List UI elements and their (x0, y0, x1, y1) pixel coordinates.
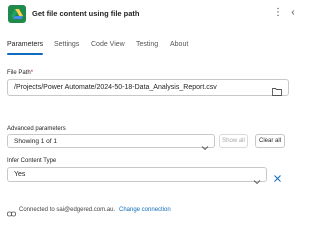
clear-all-button[interactable]: Clear all (255, 134, 285, 148)
chevron-down-icon (253, 172, 261, 185)
required-marker: * (30, 70, 34, 76)
infer-content-type-value: Yes (14, 171, 26, 178)
advanced-parameters-selected: Showing 1 of 1 (14, 138, 58, 145)
infer-content-type-dropdown[interactable]: Yes (7, 167, 267, 185)
tab-about[interactable]: About (170, 40, 188, 56)
chevron-left-icon[interactable]: ‹ (289, 6, 297, 20)
show-all-button[interactable]: Show all (219, 134, 248, 148)
page-title: Get file content using file path (32, 9, 140, 18)
file-path-input[interactable]: /Projects/Power Automate/2024-50-18-Data… (7, 79, 289, 96)
tab-parameters[interactable]: Parameters (7, 40, 44, 56)
tab-bar: Parameters Settings Code View Testing Ab… (0, 40, 300, 56)
folder-icon[interactable] (272, 83, 282, 96)
tab-settings[interactable]: Settings (54, 40, 79, 56)
tab-code-view[interactable]: Code View (91, 40, 125, 56)
infer-content-type-label: Infer Content Type (7, 158, 57, 164)
advanced-parameters-dropdown[interactable]: Showing 1 of 1 (7, 134, 215, 151)
file-path-label: File Path* (7, 70, 34, 76)
more-vertical-icon[interactable]: ⋮ (273, 6, 283, 20)
file-path-value: /Projects/Power Automate/2024-50-18-Data… (14, 84, 217, 91)
connection-link-icon (7, 205, 16, 217)
change-connection-link[interactable]: Change connection (119, 207, 171, 213)
connection-status-text: Connected to sai@edgered.com.au. (19, 207, 116, 213)
close-icon[interactable] (273, 170, 282, 182)
google-drive-icon (8, 5, 26, 23)
advanced-parameters-label: Advanced parameters (7, 126, 66, 132)
header: Get file content using file path ⋮ ‹ (0, 0, 300, 28)
tab-testing[interactable]: Testing (136, 40, 158, 56)
chevron-down-icon (201, 138, 209, 151)
